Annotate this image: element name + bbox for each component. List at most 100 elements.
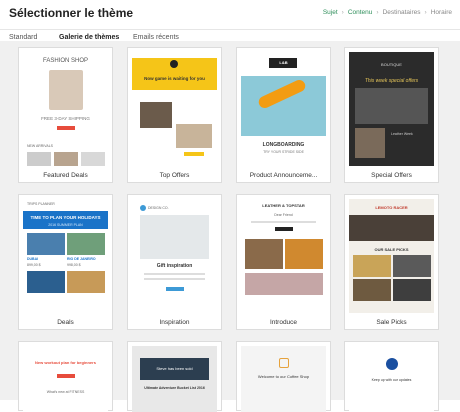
theme-label: Featured Deals bbox=[43, 172, 88, 179]
text-line bbox=[251, 221, 316, 223]
thumb-title: Gift inspiration bbox=[156, 263, 193, 269]
theme-thumbnail: DESIGN CO. Gift inspiration bbox=[132, 199, 217, 313]
thumb-photo bbox=[393, 279, 431, 301]
theme-card-inspiration[interactable]: DESIGN CO. Gift inspiration Inspiration bbox=[127, 194, 222, 330]
page-title: Sélectionner le thème bbox=[9, 6, 134, 20]
text-line bbox=[144, 273, 205, 275]
thumb-logo: LEMOTO RACER bbox=[375, 205, 408, 210]
theme-label: Product Announceme... bbox=[249, 172, 318, 179]
theme-card-featured-deals[interactable]: FASHION SHOP FREE 3-DAY SHIPPING NEW ARR… bbox=[18, 47, 113, 183]
header: Sélectionner le thème Sujet › Contenu › … bbox=[0, 0, 460, 30]
thumb-button bbox=[57, 126, 75, 130]
theme-card-updates[interactable]: Keep up with our updates bbox=[344, 341, 439, 412]
theme-thumbnail: Now game is waiting for you bbox=[132, 52, 217, 166]
theme-thumbnail: New workout plan for beginners What's ne… bbox=[23, 346, 108, 412]
theme-thumbnail: Welcome to our Coffee Shop bbox=[241, 346, 326, 412]
theme-label: Deals bbox=[57, 319, 74, 326]
thumb-photo bbox=[245, 273, 323, 295]
chevron-right-icon: › bbox=[424, 9, 427, 16]
theme-label: Inspiration bbox=[159, 319, 190, 326]
thumb-title: FASHION SHOP bbox=[42, 58, 88, 64]
theme-card-adventure[interactable]: Steve has been sold Ultimate Adventure B… bbox=[127, 341, 222, 412]
thumb-button bbox=[184, 152, 204, 156]
chevron-right-icon: › bbox=[376, 9, 379, 16]
thumb-photo bbox=[349, 215, 434, 241]
chevron-right-icon: › bbox=[341, 9, 344, 16]
thumb-title: This week special offers bbox=[364, 78, 419, 84]
theme-card-product-announcement[interactable]: L&B LONGBOARDING TRY YOUR STRIDE SIDE Pr… bbox=[236, 47, 331, 183]
thumb-photo bbox=[355, 128, 385, 158]
thumb-button bbox=[57, 374, 75, 378]
thumb-subtitle: Leather Week bbox=[391, 132, 413, 136]
thumb-title: TIME TO PLAN YOUR HOLIDAYS bbox=[30, 215, 101, 220]
thumb-logo: TRIPS PLANNER bbox=[27, 202, 55, 206]
logo-icon bbox=[386, 358, 398, 370]
thumb-photo bbox=[27, 152, 51, 166]
thumb-photo bbox=[27, 233, 65, 255]
thumb-price: 998,00 $ bbox=[67, 263, 81, 267]
thumb-logo: DESIGN CO. bbox=[148, 206, 169, 210]
thumb-photo bbox=[176, 124, 212, 148]
thumb-subtitle: What's new at FITNESS bbox=[46, 390, 85, 394]
theme-card-fitness[interactable]: New workout plan for beginners What's ne… bbox=[18, 341, 113, 412]
theme-thumbnail: LEATHER & TOPSTAR Dear Friend bbox=[241, 199, 326, 313]
thumb-photo bbox=[67, 271, 105, 293]
thumb-subtitle: TRY YOUR STRIDE SIDE bbox=[263, 150, 304, 154]
theme-thumbnail: FASHION SHOP FREE 3-DAY SHIPPING NEW ARR… bbox=[23, 52, 108, 166]
thumb-button bbox=[166, 287, 184, 291]
step-sujet[interactable]: Sujet bbox=[323, 9, 338, 16]
theme-gallery: FASHION SHOP FREE 3-DAY SHIPPING NEW ARR… bbox=[0, 41, 460, 412]
thumb-photo bbox=[245, 239, 283, 269]
thumb-photo bbox=[355, 88, 428, 124]
theme-card-coffee-shop[interactable]: Welcome to our Coffee Shop bbox=[236, 341, 331, 412]
thumb-photo bbox=[140, 215, 209, 259]
theme-label: Introduce bbox=[269, 319, 298, 326]
step-destinataires[interactable]: Destinataires bbox=[383, 9, 421, 16]
thumb-logo: BOUTIQUE bbox=[381, 62, 402, 67]
thumb-title: OUR SALE PICKS bbox=[374, 247, 409, 252]
thumb-title: LONGBOARDING bbox=[262, 142, 305, 148]
theme-card-special-offers[interactable]: BOUTIQUE This week special offers Leathe… bbox=[344, 47, 439, 183]
thumb-photo bbox=[27, 271, 65, 293]
theme-label: Top Offers bbox=[159, 172, 190, 179]
thumb-destination: DUBAI bbox=[27, 257, 39, 261]
thumb-subtitle: FREE 3-DAY SHIPPING bbox=[41, 116, 90, 121]
theme-thumbnail: Keep up with our updates bbox=[349, 346, 434, 412]
thumb-photo bbox=[67, 233, 105, 255]
thumb-photo bbox=[81, 152, 105, 166]
thumb-photo bbox=[285, 239, 323, 269]
step-horaire[interactable]: Horaire bbox=[431, 9, 452, 16]
thumb-subtitle: 2016 SUMMER PLAN bbox=[48, 223, 83, 227]
thumb-title: LEATHER & TOPSTAR bbox=[262, 203, 305, 208]
theme-thumbnail: LEMOTO RACER OUR SALE PICKS bbox=[349, 199, 434, 313]
thumb-button bbox=[275, 227, 293, 231]
thumb-title: New workout plan for beginners bbox=[35, 360, 96, 365]
thumb-title: Welcome to our Coffee Shop bbox=[257, 374, 310, 379]
thumb-extra: NEW ARRIVALS bbox=[27, 144, 53, 148]
thumb-photo bbox=[353, 255, 391, 277]
logo-icon bbox=[140, 205, 146, 211]
theme-card-introduce[interactable]: LEATHER & TOPSTAR Dear Friend Introduce bbox=[236, 194, 331, 330]
thumb-title: Steve has been sold bbox=[156, 366, 193, 371]
theme-card-top-offers[interactable]: Now game is waiting for you Top Offers bbox=[127, 47, 222, 183]
thumb-photo bbox=[241, 76, 326, 136]
theme-thumbnail: Steve has been sold Ultimate Adventure B… bbox=[132, 346, 217, 412]
theme-card-sale-picks[interactable]: LEMOTO RACER OUR SALE PICKS Sale Picks bbox=[344, 194, 439, 330]
text-line bbox=[144, 278, 205, 280]
theme-label: Special Offers bbox=[371, 172, 412, 179]
theme-card-deals[interactable]: TRIPS PLANNER TIME TO PLAN YOUR HOLIDAYS… bbox=[18, 194, 113, 330]
thumb-subtitle: Ultimate Adventure Bucket List 2016 bbox=[144, 386, 205, 390]
breadcrumb-steps: Sujet › Contenu › Destinataires › Horair… bbox=[323, 9, 452, 16]
thumb-title: Keep up with our updates bbox=[371, 378, 412, 382]
thumb-photo bbox=[393, 255, 431, 277]
thumb-photo bbox=[49, 70, 83, 110]
theme-thumbnail: BOUTIQUE This week special offers Leathe… bbox=[349, 52, 434, 166]
thumb-photo bbox=[54, 152, 78, 166]
thumb-logo: L&B bbox=[279, 60, 288, 65]
step-contenu[interactable]: Contenu bbox=[348, 9, 373, 16]
coffee-icon bbox=[279, 358, 289, 368]
thumb-photo bbox=[353, 279, 391, 301]
thumb-subtitle: Dear Friend bbox=[274, 213, 293, 217]
theme-thumbnail: L&B LONGBOARDING TRY YOUR STRIDE SIDE bbox=[241, 52, 326, 166]
thumb-price: 899,00 $ bbox=[27, 263, 41, 267]
